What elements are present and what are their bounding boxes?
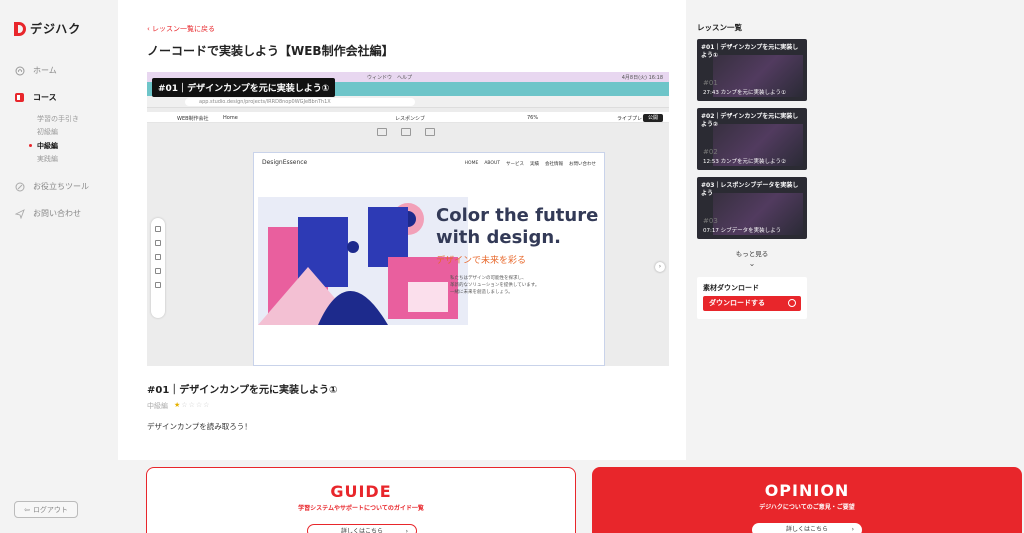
video-editor-toolbar: WEB制作会社 Home レスポンシブ 76% ライブプレビュー 公開 bbox=[147, 112, 669, 123]
send-icon bbox=[14, 208, 25, 219]
nav-item-home[interactable]: ホーム bbox=[14, 65, 57, 76]
video-hero-heading: Color the future with design. bbox=[436, 205, 599, 248]
star-empty-icon: ☆ bbox=[203, 401, 211, 409]
thumb-number: #01 bbox=[703, 79, 718, 87]
thumb-duration-time: 12:53 bbox=[703, 159, 719, 165]
video-device-icons bbox=[377, 128, 435, 136]
thumb-duration-time: 27:43 bbox=[703, 90, 719, 96]
video-clock: 4月8日(火) 16:18 bbox=[621, 75, 663, 81]
video-site-nav-item: サービス bbox=[506, 162, 524, 167]
lesson-thumb-1[interactable]: #01｜デザインカンプを元に実装しよう① #01 27:43 カンプを元に実装し… bbox=[697, 39, 807, 101]
app-root: デジハク ホーム コース 学習の手引き 初級編 中級編 実践編 お役立ちツール bbox=[0, 0, 1024, 533]
lesson-level: 中級編 bbox=[147, 402, 168, 410]
lesson-list-title: レッスン一覧 bbox=[697, 23, 742, 32]
main-content: ‹ レッスン一覧に戻る ノーコードで実装しよう【WEB制作会社編】 ウィンドウ … bbox=[118, 0, 686, 460]
guide-more-button[interactable]: 詳しくはこちら bbox=[307, 524, 417, 533]
rating-stars: ★☆☆☆☆ bbox=[174, 401, 210, 411]
video-menubar-text: ウィンドウ ヘルプ bbox=[367, 74, 413, 81]
thumb-caption: シブデータを実装しよう bbox=[720, 228, 782, 234]
materials-title: 素材ダウンロード bbox=[703, 284, 759, 292]
sub-item-practice[interactable]: 実践編 bbox=[37, 154, 58, 164]
thumb-duration-time: 07:17 bbox=[703, 228, 719, 234]
sidebar: デジハク ホーム コース 学習の手引き 初級編 中級編 実践編 お役立ちツール bbox=[0, 0, 118, 533]
lesson-title: #01｜デザインカンプを元に実装しよう① bbox=[147, 385, 338, 396]
lesson-thumb-3[interactable]: #03｜レスポンシブデータを実装しよう #03 07:17 シブデータを実装しよ… bbox=[697, 177, 807, 239]
nav-item-tools[interactable]: お役立ちツール bbox=[14, 181, 89, 192]
nav-label: お役立ちツール bbox=[33, 182, 89, 191]
thumb-caption: カンプを元に実装しよう① bbox=[720, 90, 786, 96]
video-caption: #01｜デザインカンプを元に実装しよう① bbox=[152, 78, 336, 97]
guide-subtitle: 学習システムやサポートについてのガイド一覧 bbox=[298, 505, 424, 512]
video-toolbar-zoom: 76% bbox=[527, 115, 539, 121]
video-hero-body: 私たちはデザインの可能性を探求し、 革新的なソリューションを提供しています。 一… bbox=[450, 276, 540, 295]
video-hero-subheading: デザインで未来を彩る bbox=[436, 256, 527, 266]
video-url: app.studio.design/projects/lRRD8nop0WGJe… bbox=[185, 98, 415, 106]
opinion-more-button[interactable]: 詳しくはこちら bbox=[752, 523, 862, 533]
back-link[interactable]: ‹ レッスン一覧に戻る bbox=[147, 24, 215, 34]
video-toolbar-site: WEB制作会社 bbox=[177, 116, 209, 122]
thumb-number: #02 bbox=[703, 148, 718, 156]
video-site-logo: DesignEssence bbox=[262, 159, 308, 166]
video-site-nav-item: HOME bbox=[464, 161, 479, 166]
thumb-number: #03 bbox=[703, 217, 718, 225]
logo[interactable]: デジハク bbox=[14, 20, 81, 37]
opinion-heading: OPINION bbox=[764, 481, 850, 500]
video-site-nav-item: 会社情報 bbox=[545, 162, 563, 167]
opinion-card: OPINION デジハクについてのご意見・ご要望 詳しくはこちら bbox=[592, 467, 1022, 533]
sub-item-beginner[interactable]: 初級編 bbox=[37, 127, 58, 137]
video-site-nav-item: 実績 bbox=[530, 162, 539, 167]
video-address-bar: app.studio.design/projects/lRRD8nop0WGJe… bbox=[147, 96, 669, 108]
nav-label: お問い合わせ bbox=[33, 209, 81, 218]
logout-icon: ⇦ bbox=[24, 505, 30, 514]
download-icon bbox=[788, 299, 796, 307]
video-publish-button: 公開 bbox=[643, 114, 663, 122]
thumb-title: #03｜レスポンシブデータを実装しよう bbox=[701, 182, 799, 197]
materials-card: 素材ダウンロード ダウンロードする bbox=[697, 277, 807, 319]
page-title: ノーコードで実装しよう【WEB制作会社編】 bbox=[147, 44, 394, 58]
video-toolbar-responsive: レスポンシブ bbox=[395, 116, 426, 122]
back-link-label: レッスン一覧に戻る bbox=[152, 25, 216, 33]
logo-mark-icon bbox=[14, 21, 26, 36]
nav-label: コース bbox=[33, 93, 57, 102]
star-empty-icon: ☆ bbox=[188, 401, 196, 409]
video-next-arrow-icon: › bbox=[655, 262, 665, 272]
thumb-duration: 12:53 カンプを元に実装しよう② bbox=[703, 157, 786, 165]
logout-button[interactable]: ⇦ ログアウト bbox=[14, 501, 78, 518]
video-left-tools bbox=[151, 218, 165, 318]
show-more-button[interactable]: もっと見る ⌄ bbox=[697, 248, 807, 268]
thumb-title: #02｜デザインカンプを元に実装しよう② bbox=[701, 113, 799, 128]
thumb-duration: 27:43 カンプを元に実装しよう① bbox=[703, 88, 786, 96]
nav-item-contact[interactable]: お問い合わせ bbox=[14, 208, 81, 219]
star-empty-icon: ☆ bbox=[181, 401, 189, 409]
opinion-subtitle: デジハクについてのご意見・ご要望 bbox=[759, 504, 855, 511]
home-icon bbox=[14, 65, 25, 76]
thumb-caption: カンプを元に実装しよう② bbox=[720, 159, 786, 165]
download-button-label: ダウンロードする bbox=[709, 299, 765, 307]
guide-card: GUIDE 学習システムやサポートについてのガイド一覧 詳しくはこちら bbox=[146, 467, 576, 533]
video-site-nav-item: ABOUT bbox=[484, 161, 500, 166]
nav-item-course[interactable]: コース bbox=[14, 92, 57, 103]
show-more-label: もっと見る bbox=[735, 250, 769, 258]
nav-label: ホーム bbox=[33, 66, 57, 75]
download-button[interactable]: ダウンロードする bbox=[703, 296, 801, 311]
course-icon bbox=[14, 92, 25, 103]
sub-item-intermediate[interactable]: 中級編 bbox=[29, 141, 58, 151]
chevron-down-icon: ⌄ bbox=[748, 259, 756, 268]
lesson-meta: 中級編 ★☆☆☆☆ bbox=[147, 401, 210, 411]
logo-text: デジハク bbox=[30, 22, 82, 36]
tools-icon bbox=[14, 181, 25, 192]
video-site-canvas: DesignEssence HOME ABOUT サービス 実績 会社情報 お問… bbox=[253, 152, 605, 366]
logout-label: ログアウト bbox=[32, 505, 68, 514]
thumb-title: #01｜デザインカンプを元に実装しよう① bbox=[701, 44, 799, 59]
lesson-description: デザインカンプを読み取ろう！ bbox=[147, 422, 252, 431]
video-player[interactable]: ウィンドウ ヘルプ 4月8日(火) 16:18 app.studio.desig… bbox=[147, 72, 669, 366]
lesson-thumb-2[interactable]: #02｜デザインカンプを元に実装しよう② #02 12:53 カンプを元に実装し… bbox=[697, 108, 807, 170]
guide-heading: GUIDE bbox=[330, 482, 392, 501]
thumb-duration: 07:17 シブデータを実装しよう bbox=[703, 226, 781, 234]
video-toolbar-page: Home bbox=[223, 115, 238, 121]
video-site-nav: HOME ABOUT サービス 実績 会社情報 お問い合わせ bbox=[465, 161, 596, 167]
sub-item-guide[interactable]: 学習の手引き bbox=[37, 114, 79, 124]
video-site-nav-item: お問い合わせ bbox=[569, 162, 596, 167]
